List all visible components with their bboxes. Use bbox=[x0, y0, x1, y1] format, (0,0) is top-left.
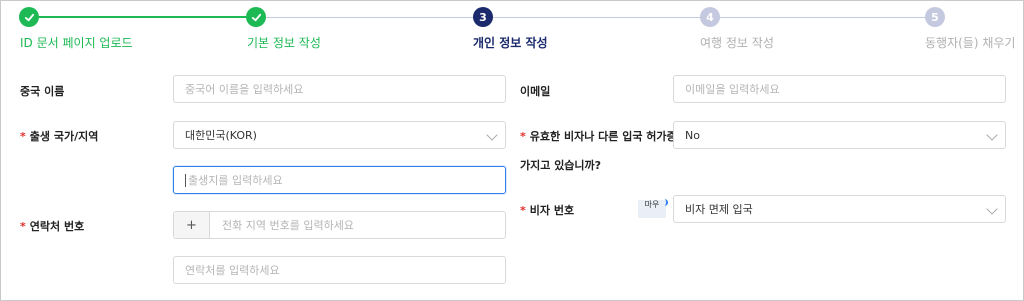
visa-form-panel: 3 4 5 ID 문서 페이지 업로드 기본 정보 작성 개인 정보 작성 여행… bbox=[0, 0, 1024, 301]
visa-number-value: 비자 면제 입국 bbox=[685, 203, 753, 216]
birth-country-value: 대한민국(KOR) bbox=[185, 129, 257, 142]
chevron-down-icon bbox=[486, 129, 498, 141]
step-5-indicator: 5 bbox=[925, 7, 945, 27]
phone-number-input[interactable]: 연락처를 입력하세요 bbox=[173, 256, 506, 284]
phone-label-text: 연락처 번호 bbox=[29, 220, 85, 233]
phone-area-code-input[interactable]: + 전화 지역 번호를 입력하세요 bbox=[173, 211, 506, 239]
stepper-line-upcoming-2 bbox=[710, 17, 935, 18]
step-2-check-icon bbox=[246, 7, 266, 27]
phone-area-placeholder: 전화 지역 번호를 입력하세요 bbox=[222, 219, 354, 232]
phone-prefix-addon: + bbox=[174, 212, 210, 238]
visa-number-label: * 비자 번호 bbox=[520, 202, 574, 218]
valid-visa-label: * 유효한 비자나 다른 입국 허가증을 bbox=[520, 128, 687, 144]
chinese-name-label: 중국 이름 bbox=[20, 85, 65, 98]
chinese-name-input[interactable]: 중국어 이름을 입력하세요 bbox=[173, 75, 506, 103]
progress-stepper: 3 4 5 ID 문서 페이지 업로드 기본 정보 작성 개인 정보 작성 여행… bbox=[1, 1, 1023, 57]
step-4-indicator: 4 bbox=[700, 7, 720, 27]
step-5-label: 동행자(들) 채우기 bbox=[925, 36, 1016, 50]
step-4-label: 여행 정보 작성 bbox=[700, 36, 774, 50]
birthplace-input[interactable]: 출생지를 입력하세요 bbox=[173, 166, 506, 194]
required-mark: * bbox=[20, 220, 26, 233]
required-mark: * bbox=[520, 204, 526, 217]
visa-number-select[interactable]: 비자 면제 입국 bbox=[673, 195, 1006, 223]
text-cursor bbox=[185, 173, 186, 187]
valid-visa-label-line2: 가지고 있습니까? bbox=[520, 159, 602, 172]
valid-visa-value: No bbox=[685, 128, 700, 142]
stepper-line-done-1 bbox=[29, 16, 256, 18]
phone-label: * 연락처 번호 bbox=[20, 218, 84, 234]
stepper-line-done-2 bbox=[256, 17, 483, 18]
email-label: 이메일 bbox=[520, 85, 551, 98]
visa-number-label-text: 비자 번호 bbox=[529, 204, 575, 217]
valid-visa-label-line1: 유효한 비자나 다른 입국 허가증을 bbox=[529, 130, 687, 143]
birth-country-label: * 출생 국가/지역 bbox=[20, 128, 98, 144]
stepper-line-upcoming-1 bbox=[483, 17, 710, 18]
valid-visa-select[interactable]: No bbox=[673, 121, 1006, 149]
step-1-label: ID 문서 페이지 업로드 bbox=[20, 36, 133, 50]
birthplace-placeholder: 출생지를 입력하세요 bbox=[188, 174, 283, 187]
step-3-label: 개인 정보 작성 bbox=[473, 36, 548, 50]
tooltip-pointer-icon bbox=[661, 199, 668, 206]
birth-country-select[interactable]: 대한민국(KOR) bbox=[173, 121, 506, 149]
required-mark: * bbox=[20, 130, 26, 143]
chevron-down-icon bbox=[986, 129, 998, 141]
chevron-down-icon bbox=[986, 203, 998, 215]
step-3-indicator: 3 bbox=[473, 7, 493, 27]
required-mark: * bbox=[520, 130, 526, 143]
birth-country-label-text: 출생 국가/지역 bbox=[29, 130, 99, 143]
step-2-label: 기본 정보 작성 bbox=[247, 36, 321, 50]
email-input[interactable]: 이메일을 입력하세요 bbox=[673, 75, 1006, 103]
step-1-check-icon bbox=[19, 7, 39, 27]
